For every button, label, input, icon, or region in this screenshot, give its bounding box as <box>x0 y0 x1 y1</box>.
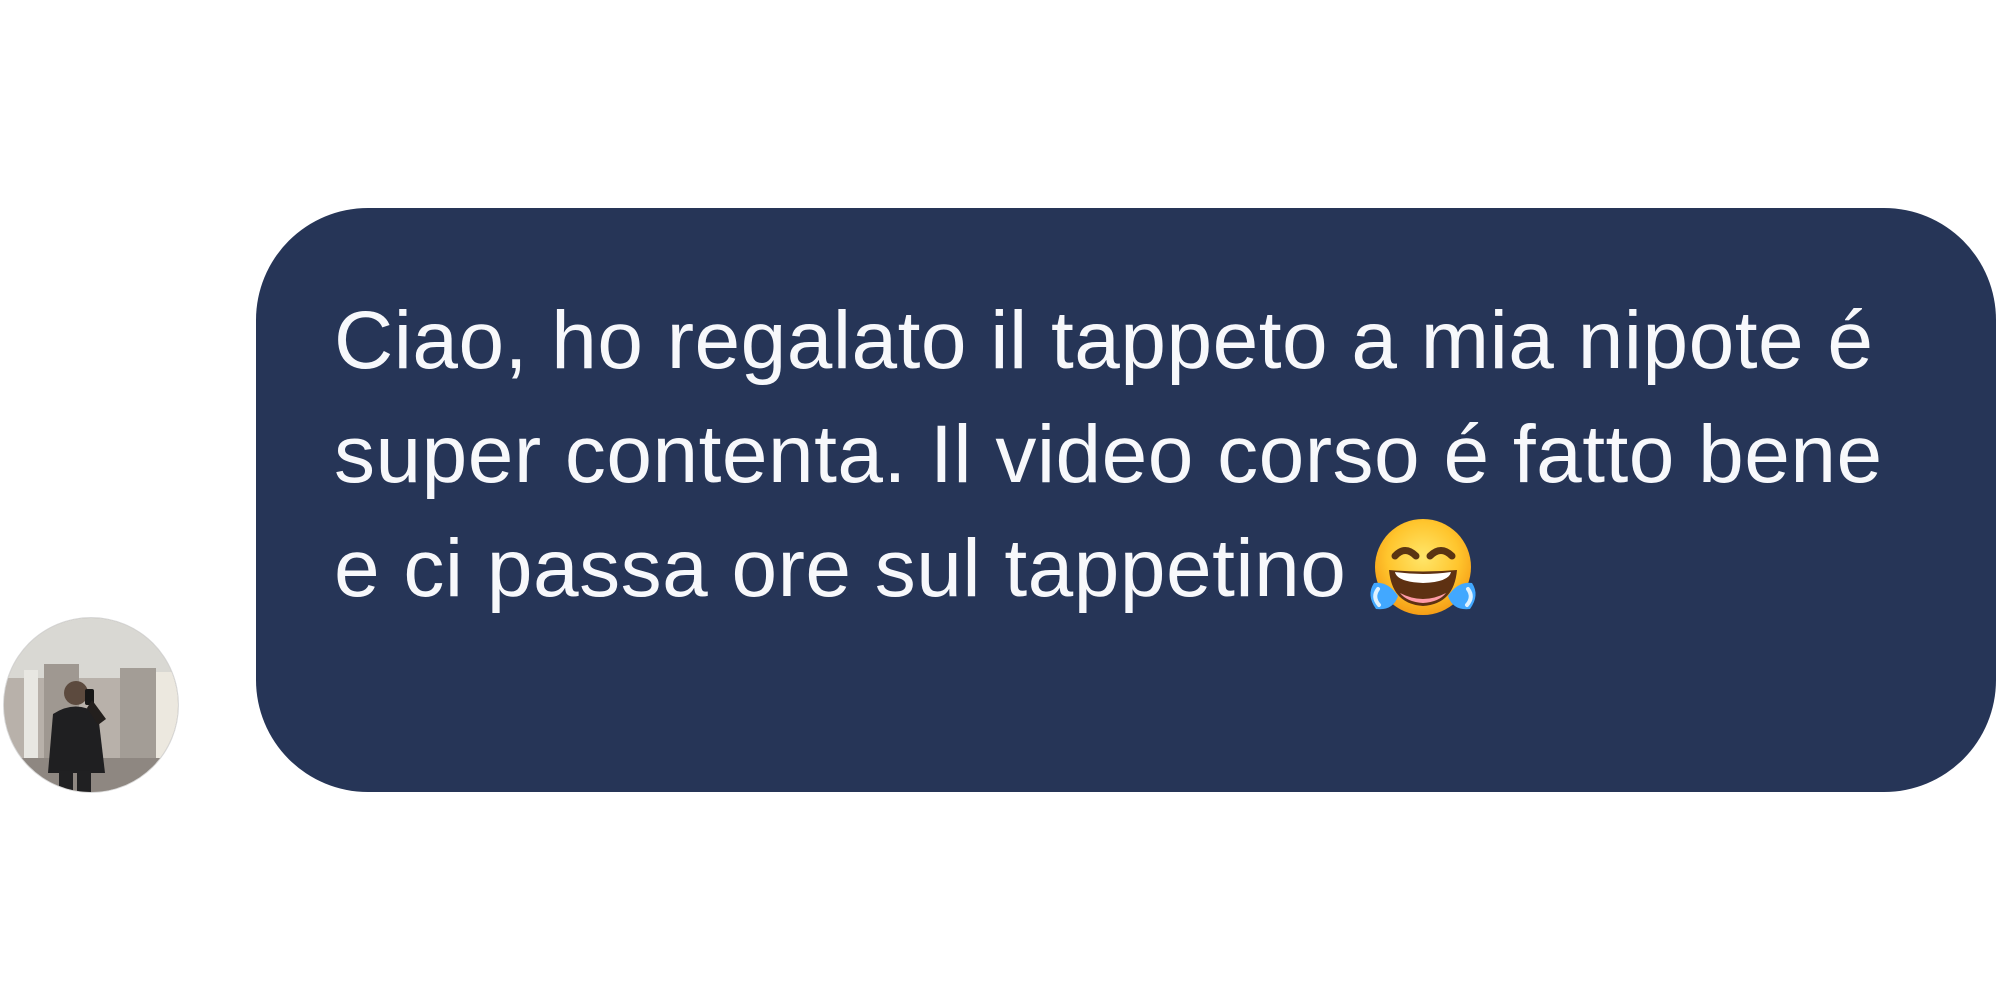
face-with-tears-of-joy-icon <box>1366 513 1480 621</box>
message-text: Ciao, ho regalato il tappeto a mia nipot… <box>334 295 1883 614</box>
chat-screen: Ciao, ho regalato il tappeto a mia nipot… <box>0 0 2000 1000</box>
profile-photo-icon <box>4 618 178 792</box>
message-text-container: Ciao, ho regalato il tappeto a mia nipot… <box>334 284 1904 626</box>
message-bubble[interactable]: Ciao, ho regalato il tappeto a mia nipot… <box>256 208 1996 792</box>
sender-avatar[interactable] <box>4 618 178 792</box>
